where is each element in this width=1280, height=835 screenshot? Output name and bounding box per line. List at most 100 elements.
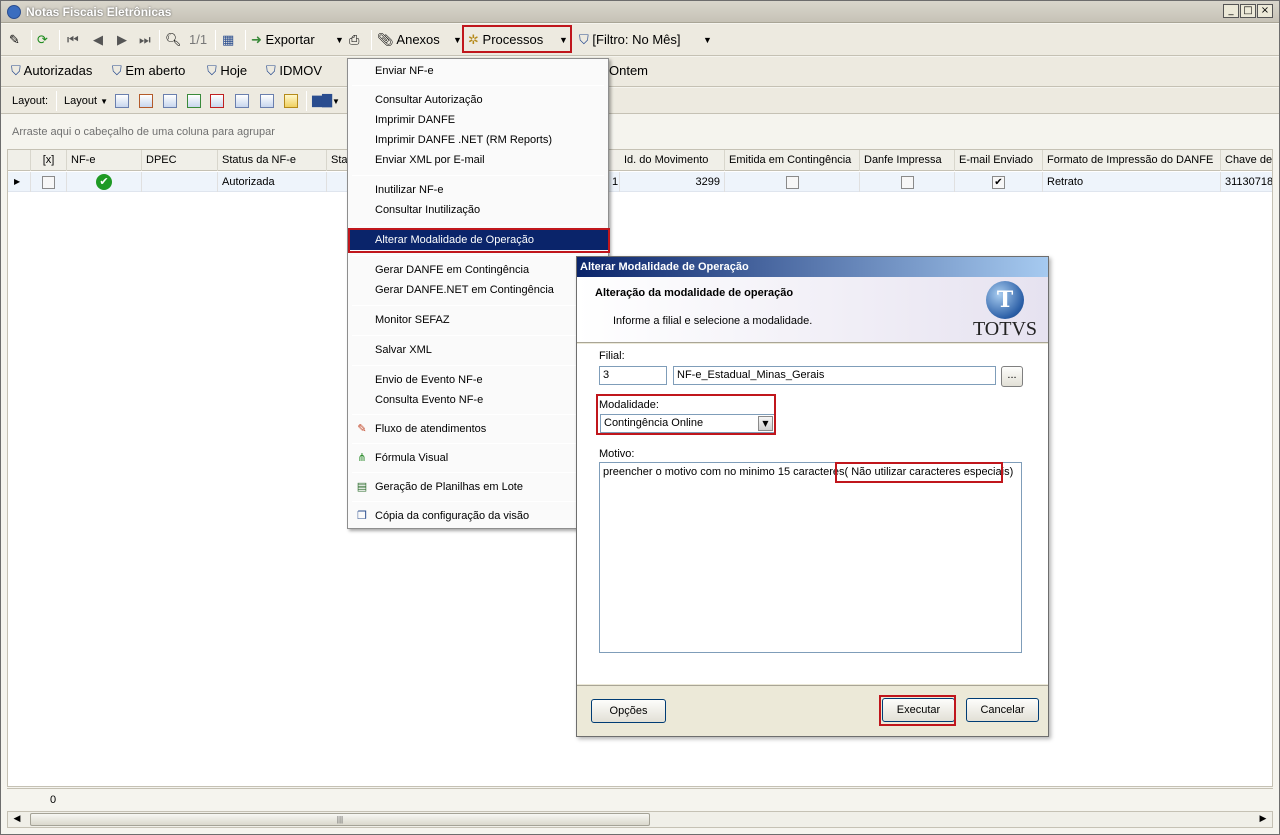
row-indicator-header (8, 150, 31, 171)
menu-item-formula-visual[interactable]: ⋔ Fórmula Visual (348, 448, 608, 468)
menu-item-imprimir-danfe-net[interactable]: Imprimir DANFE .NET (RM Reports) (348, 130, 608, 150)
menu-item-gerar-danfe-contingencia[interactable]: Gerar DANFE em Contingência (348, 260, 608, 280)
motivo-textarea[interactable]: preencher o motivo com no minimo 15 cara… (599, 462, 1022, 653)
menu-item-consulta-evento[interactable]: Consulta Evento NF-e (348, 390, 608, 410)
browse-filial-button[interactable]: ... (1001, 366, 1023, 387)
menu-item-geracao-planilhas[interactable]: ▤ Geração de Planilhas em Lote (348, 477, 608, 497)
processes-label: Processos (482, 32, 544, 47)
filter-hoje[interactable]: ⛉ Hoje (207, 60, 247, 82)
layout-note-icon[interactable] (284, 90, 298, 112)
column-header-chave[interactable]: Chave de A (1221, 150, 1272, 171)
column-header-formato[interactable]: Formato de Impressão do DANFE (1043, 150, 1221, 171)
row-select-checkbox[interactable] (31, 172, 67, 192)
cell-dpec (142, 172, 218, 192)
export-button[interactable]: ➜ Exportar (251, 29, 315, 51)
processes-dropdown-icon[interactable]: ▼ (559, 29, 568, 51)
modalidade-select[interactable]: Contingência Online ▼ (600, 414, 775, 433)
column-header-dpec[interactable]: DPEC (142, 150, 218, 171)
column-header-id-movimento[interactable]: Id. do Movimento (620, 150, 725, 171)
menu-item-gerar-danfe-net-contingencia[interactable]: Gerar DANFE.NET em Contingência (348, 280, 608, 300)
filial-name-input[interactable]: NF-e_Estadual_Minas_Gerais (673, 366, 996, 385)
layout-export-icon[interactable] (210, 90, 224, 112)
export-dropdown-icon[interactable]: ▼ (335, 29, 344, 51)
menu-item-salvar-xml[interactable]: Salvar XML (348, 340, 608, 360)
filter-hoje-label: Hoje (220, 63, 248, 78)
window-title: Notas Fiscais Eletrônicas (26, 5, 172, 19)
layout-dropdown[interactable]: Layout ▼ (64, 90, 108, 112)
workflow-icon: ✎ (357, 422, 367, 435)
filter-idmov[interactable]: ⛉ IDMOV (266, 60, 322, 82)
column-header-status[interactable]: Status da NF-e (218, 150, 327, 171)
menu-item-imprimir-danfe[interactable]: Imprimir DANFE (348, 110, 608, 130)
cell-danfe-checkbox[interactable] (860, 172, 955, 192)
minimize-button[interactable]: _ (1223, 4, 1239, 18)
column-header-contingencia[interactable]: Emitida em Contingência (725, 150, 860, 171)
column-header-nfe[interactable]: NF-e (67, 150, 142, 171)
scroll-left-icon[interactable]: ◀ (9, 812, 25, 827)
menu-item-consultar-autorizacao[interactable]: Consultar Autorização (348, 90, 608, 110)
column-header-email-enviado[interactable]: E-mail Enviado (955, 150, 1043, 171)
filter-dropdown-icon[interactable]: ▼ (703, 29, 712, 51)
horizontal-scrollbar[interactable]: ◀ ||| ▶ (7, 811, 1273, 828)
executar-button[interactable]: Executar (882, 698, 955, 722)
dialog-header: Alteração da modalidade de operação Info… (577, 277, 1048, 343)
cell-email-checkbox[interactable]: ✔ (955, 172, 1043, 192)
menu-item-monitor-sefaz[interactable]: Monitor SEFAZ (348, 310, 608, 330)
cancelar-button[interactable]: Cancelar (966, 698, 1039, 722)
layout-columns-icon[interactable] (163, 90, 177, 112)
menu-item-alterar-modalidade[interactable]: Alterar Modalidade de Operação (348, 230, 608, 250)
print-icon[interactable]: ⎙ (349, 29, 359, 51)
filter-ontem[interactable]: Ontem (609, 60, 648, 82)
cell-contingencia-checkbox[interactable] (725, 172, 860, 192)
menu-item-consultar-inutilizacao[interactable]: Consultar Inutilização (348, 200, 608, 220)
refresh-icon[interactable]: ⟳ (37, 29, 48, 51)
last-record-icon[interactable]: ⏭ (139, 29, 151, 51)
processes-button[interactable]: ✲ Processos (468, 29, 543, 51)
scroll-thumb[interactable]: ||| (30, 813, 650, 826)
group-by-area[interactable]: Arraste aqui o cabeçalho de uma coluna p… (7, 115, 1273, 149)
menu-item-copia-configuracao[interactable]: ❐ Cópia da configuração da visão (348, 506, 608, 526)
layout-sum-icon[interactable] (260, 90, 274, 112)
filial-code-input[interactable]: 3 (599, 366, 667, 385)
opcoes-button[interactable]: Opções (591, 699, 666, 723)
previous-record-icon[interactable]: ◀ (93, 29, 103, 51)
edit-icon[interactable]: ✎ (9, 29, 20, 51)
next-record-icon[interactable]: ▶ (117, 29, 127, 51)
menu-item-inutilizar-nfe[interactable]: Inutilizar NF-e (348, 180, 608, 200)
filter-em-aberto[interactable]: ⛉ Em aberto (112, 60, 185, 82)
dialog-heading: Alteração da modalidade de operação (595, 287, 794, 299)
filter-autorizadas[interactable]: ⛉ Autorizadas (11, 60, 92, 82)
totvs-logo: T TOTVS (970, 281, 1040, 341)
attachments-button[interactable]: 📎︎ Anexos (377, 29, 440, 51)
column-header-select[interactable]: [x] (31, 150, 67, 171)
scroll-right-icon[interactable]: ▶ (1255, 812, 1271, 827)
menu-item-fluxo-atendimentos[interactable]: ✎ Fluxo de atendimentos (348, 419, 608, 439)
column-header-danfe-impressa[interactable]: Danfe Impressa (860, 150, 955, 171)
grid-footer: 0 (7, 788, 1273, 810)
search-icon[interactable]: 🔍︎ (165, 29, 182, 51)
attachments-label: Anexos (396, 32, 440, 47)
motivo-label: Motivo: (599, 448, 635, 460)
nfe-status-icon: ✔ (67, 172, 142, 192)
menu-item-enviar-nfe[interactable]: Enviar NF-e (348, 61, 608, 81)
calendar-icon[interactable]: ▦ (222, 29, 234, 51)
layout-delete-icon[interactable] (139, 90, 153, 112)
chart-icon[interactable]: ▆▇▼ (312, 90, 340, 112)
totvs-wordmark: TOTVS (972, 318, 1038, 340)
menu-item-envio-evento[interactable]: Envio de Evento NF-e (348, 370, 608, 390)
attachments-dropdown-icon[interactable]: ▼ (453, 29, 462, 51)
chevron-down-icon[interactable]: ▼ (758, 416, 773, 431)
funnel-icon: ⛉ (579, 32, 589, 48)
layout-import-icon[interactable] (187, 90, 201, 112)
layout-group-icon[interactable] (235, 90, 249, 112)
table-row[interactable]: ▶ ✔ Autorizada 1 3299 ✔ Retrato 31130718… (8, 172, 1272, 192)
funnel-icon: ⛉ (207, 63, 217, 79)
maximize-button[interactable]: □ (1240, 4, 1256, 18)
first-record-icon[interactable]: ⏮ (67, 29, 79, 51)
menu-item-enviar-xml-email[interactable]: Enviar XML por E-mail (348, 150, 608, 170)
modalidade-value: Contingência Online (604, 417, 704, 429)
close-button[interactable]: × (1257, 4, 1273, 18)
layout-save-icon[interactable] (115, 90, 129, 112)
grid-header: [x] NF-e DPEC Status da NF-e Stat Id. do… (8, 150, 1272, 171)
filter-button[interactable]: ⛉ [Filtro: No Mês] (579, 29, 681, 51)
